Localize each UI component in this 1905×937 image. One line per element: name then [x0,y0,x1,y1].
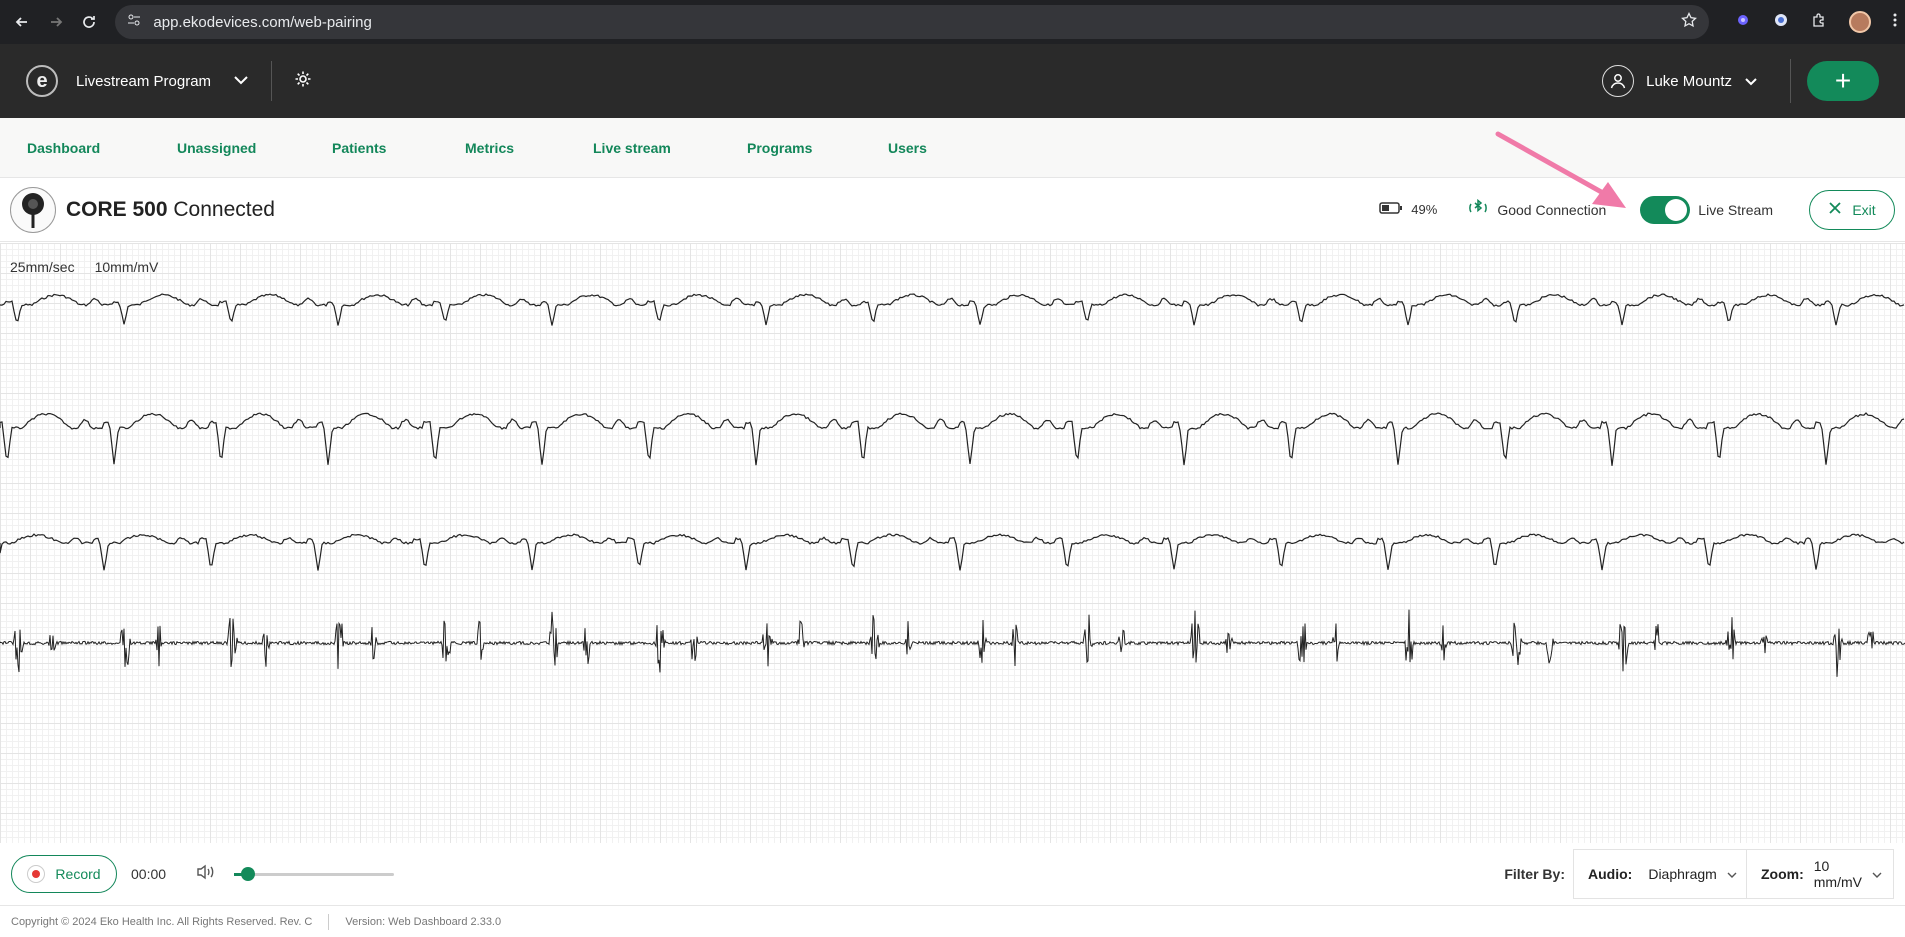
url-text: app.ekodevices.com/web-pairing [153,13,372,31]
user-icon [1602,65,1635,97]
battery-status: 49% [1379,202,1437,217]
heart-sound-trace [0,609,1905,677]
device-status: Connected [173,197,275,221]
forward-icon[interactable] [42,8,70,36]
volume-thumb[interactable] [241,866,256,881]
address-bar[interactable]: app.ekodevices.com/web-pairing [115,5,1709,39]
chevron-down-icon [1872,866,1882,882]
live-stream-toggle[interactable] [1640,195,1691,224]
program-name[interactable]: Livestream Program [76,73,211,90]
record-button[interactable]: Record [11,855,117,893]
browser-toolbar: app.ekodevices.com/web-pairing [0,0,1905,44]
reload-icon[interactable] [76,8,104,36]
site-settings-icon[interactable] [127,13,141,31]
tab-patients[interactable]: Patients [332,140,465,156]
user-menu[interactable]: Luke Mountz [1602,65,1758,97]
audio-filter-select[interactable]: Audio: Diaphragm [1573,849,1747,899]
eko-logo[interactable]: e [26,65,58,97]
zoom-value: 10 mm/mV [1813,858,1862,890]
profile-avatar[interactable] [1849,11,1871,33]
tab-dashboard[interactable]: Dashboard [27,140,177,156]
live-stream-label: Live Stream [1698,201,1773,218]
chevron-down-icon [1744,73,1758,90]
back-icon[interactable] [8,8,36,36]
record-icon [27,865,46,883]
chevron-down-icon[interactable] [233,72,249,90]
add-button[interactable]: + [1807,61,1879,101]
divider [328,913,330,930]
ecg-lead-trace [0,533,1905,571]
toggle-knob [1665,198,1688,221]
bookmark-star-icon[interactable] [1681,11,1697,32]
ecg-lead-trace [0,293,1905,326]
filter-label: Filter By: [1504,866,1565,882]
audio-value: Diaphragm [1648,866,1717,882]
device-model: CORE 500 [66,197,168,221]
playback-controls: Record 00:00 Filter By: Audio: Diaphragm… [0,843,1905,905]
battery-percent: 49% [1411,202,1438,217]
ecg-lead-trace [0,412,1905,466]
gear-icon[interactable] [294,70,312,93]
more-menu-icon[interactable] [1893,12,1897,33]
chevron-down-icon [1727,866,1737,882]
stethoscope-device-icon [10,186,56,233]
bluetooth-signal-icon [1467,198,1489,220]
tab-live-stream[interactable]: Live stream [593,140,747,156]
copyright-text: Copyright © 2024 Eko Health Inc. All Rig… [11,915,313,928]
tab-metrics[interactable]: Metrics [465,140,593,156]
extension-icon[interactable] [1773,12,1789,33]
tab-programs[interactable]: Programs [747,140,888,156]
exit-button[interactable]: Exit [1809,189,1895,230]
extensions-puzzle-icon[interactable] [1811,12,1827,33]
divider [1790,59,1791,103]
tab-unassigned[interactable]: Unassigned [177,140,332,156]
exit-label: Exit [1852,201,1876,218]
audio-label: Audio: [1588,866,1633,882]
battery-icon [1379,202,1403,217]
record-label: Record [55,866,101,882]
version-text: Version: Web Dashboard 2.33.0 [345,915,502,928]
app-header: e Livestream Program Luke Mountz + [0,44,1905,118]
zoom-label: Zoom: [1761,866,1804,882]
footer: Copyright © 2024 Eko Health Inc. All Rig… [0,905,1905,937]
zoom-select[interactable]: Zoom: 10 mm/mV [1747,849,1894,899]
annotation-arrow-icon [1495,131,1626,208]
ecg-waveforms [0,293,1905,677]
device-status-bar: CORE 500 Connected 49% Good Connection L… [0,131,1905,242]
user-name: Luke Mountz [1646,72,1732,90]
device-title: CORE 500 Connected [66,198,275,222]
ecg-stream-area: 25mm/sec 10mm/mV [0,243,1905,843]
recording-time: 00:00 [131,866,167,882]
tab-users[interactable]: Users [888,140,927,156]
volume-slider[interactable] [234,866,395,881]
divider [271,61,273,101]
close-icon [1828,201,1842,218]
extension-icon[interactable] [1735,12,1751,33]
volume-icon[interactable] [196,864,216,885]
